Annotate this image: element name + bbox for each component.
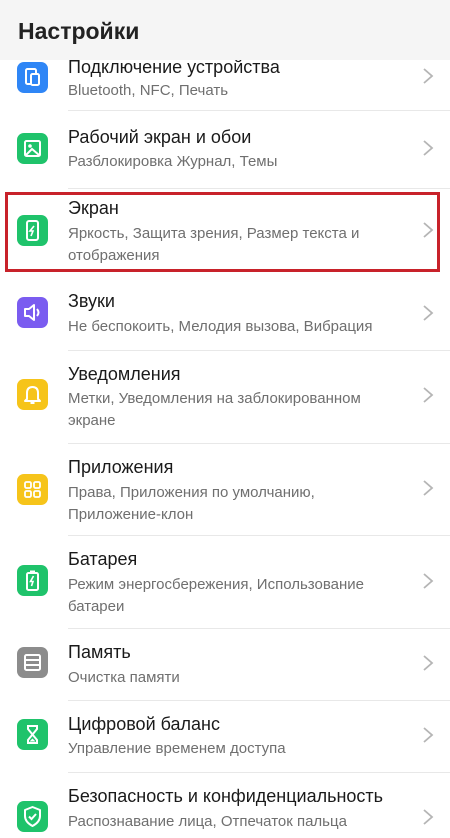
chevron-right-icon (422, 726, 434, 744)
item-subtitle: Права, Приложения по умолчанию, (68, 484, 315, 501)
item-title: Память (68, 642, 131, 662)
item-title: Безопасность и конфиденциальность (68, 786, 384, 806)
page-title: Настройки (18, 18, 140, 44)
chevron-right-icon (422, 139, 434, 157)
item-title: Звуки (68, 291, 115, 311)
item-subtitle: Распознавание лица, Отпечаток пальца (68, 813, 347, 830)
settings-item-home-screen[interactable]: Рабочий экран и обои Разблокировка Журна… (0, 111, 450, 187)
item-subtitle: Метки, Уведомления на заблокированном (68, 390, 361, 407)
item-subtitle: Управление временем доступа (68, 740, 286, 757)
settings-item-notifications[interactable]: Уведомления Метки, Уведомления на заблок… (0, 351, 450, 444)
item-subtitle-line2: экране (68, 412, 116, 429)
item-title: Батарея (68, 549, 138, 569)
item-subtitle: Режим энергосбережения, Использование (68, 576, 364, 593)
settings-item-apps[interactable]: Приложения Права, Приложения по умолчани… (0, 444, 450, 535)
item-title: Приложения (68, 457, 174, 477)
settings-item-battery[interactable]: Батарея Режим энергосбережения, Использо… (0, 536, 450, 628)
device-connection-icon (17, 62, 48, 93)
item-subtitle-line2: Приложение-клон (68, 506, 194, 523)
settings-list: Подключение устройства Bluetooth, NFC, П… (0, 0, 450, 838)
storage-icon (17, 647, 48, 678)
battery-icon (17, 565, 48, 596)
chevron-right-icon (422, 304, 434, 322)
sound-icon (17, 297, 48, 328)
chevron-right-icon (422, 808, 434, 826)
wallpaper-icon (17, 133, 48, 164)
apps-icon (17, 474, 48, 505)
item-subtitle: Не беспокоить, Мелодия вызова, Вибрация (68, 318, 373, 335)
item-title: Уведомления (68, 364, 181, 384)
item-title: Рабочий экран и обои (68, 127, 252, 147)
item-subtitle: Разблокировка Журнал, Темы (68, 153, 278, 170)
chevron-right-icon (422, 479, 434, 497)
item-subtitle: Bluetooth, NFC, Печать (68, 82, 229, 99)
chevron-right-icon (422, 386, 434, 404)
item-title: Подключение устройства (68, 57, 280, 77)
chevron-right-icon (422, 654, 434, 672)
item-subtitle: Очистка памяти (68, 669, 180, 686)
chevron-right-icon (422, 67, 434, 85)
item-subtitle-line2: батареи (68, 598, 125, 615)
item-title: Цифровой баланс (68, 714, 220, 734)
selection-highlight-frame (5, 192, 440, 272)
settings-item-storage[interactable]: Память Очистка памяти (0, 629, 450, 700)
app-header: Настройки (0, 0, 450, 60)
chevron-right-icon (422, 572, 434, 590)
settings-item-security[interactable]: Безопасность и конфиденциальность Распоз… (0, 773, 450, 838)
shield-icon (17, 801, 48, 832)
settings-item-sounds[interactable]: Звуки Не беспокоить, Мелодия вызова, Виб… (0, 279, 450, 351)
settings-item-digital-balance[interactable]: Цифровой баланс Управление временем дост… (0, 701, 450, 773)
hourglass-icon (17, 719, 48, 750)
bell-icon (17, 379, 48, 410)
